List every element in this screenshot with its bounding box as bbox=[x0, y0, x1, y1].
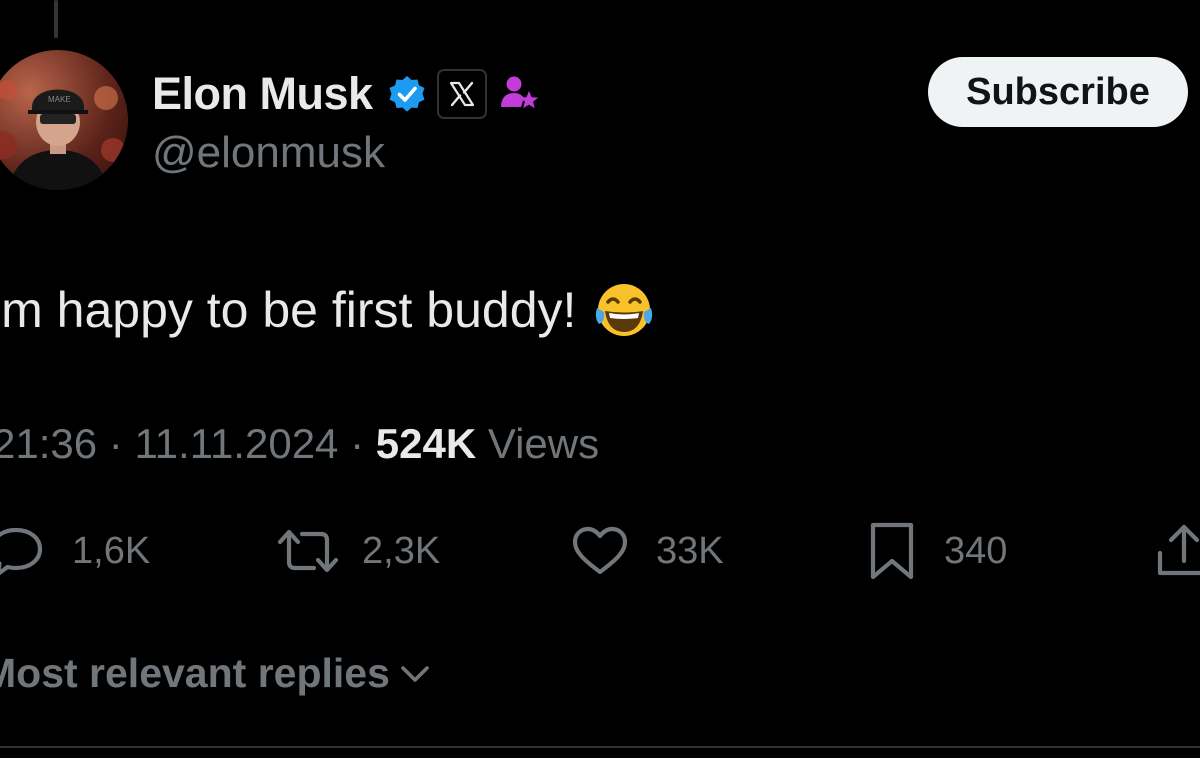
chevron-down-icon bbox=[401, 665, 429, 682]
repost-icon bbox=[277, 529, 339, 573]
x-logo-icon[interactable] bbox=[436, 69, 487, 119]
meta-separator: · bbox=[97, 420, 135, 467]
meta-separator: · bbox=[338, 420, 376, 467]
like-button[interactable]: 33K bbox=[572, 516, 724, 586]
tweet-time[interactable]: 21:36 bbox=[0, 420, 97, 467]
avatar[interactable]: MAKE bbox=[0, 50, 128, 190]
thread-connector-line bbox=[54, 0, 58, 38]
tweet-body: ’m happy to be first buddy! bbox=[0, 278, 656, 342]
replies-sort-dropdown[interactable]: Most relevant replies bbox=[0, 650, 432, 697]
tweet-text: ’m happy to be first buddy! bbox=[0, 282, 577, 338]
repost-button[interactable]: 2,3K bbox=[276, 516, 440, 586]
views-label: Views bbox=[487, 420, 600, 467]
share-icon bbox=[1157, 524, 1200, 576]
like-count: 33K bbox=[656, 529, 724, 572]
tweet-date[interactable]: 11.11.2024 bbox=[134, 420, 338, 467]
person-star-icon[interactable] bbox=[499, 73, 541, 115]
author-row: Elon Musk bbox=[152, 66, 541, 122]
author-name[interactable]: Elon Musk bbox=[152, 68, 373, 120]
bookmark-button[interactable]: 340 bbox=[868, 516, 1007, 586]
tweet-meta: 21:36 · 11.11.2024 · 524K Views bbox=[0, 420, 599, 468]
share-button[interactable] bbox=[1154, 516, 1200, 586]
reply-icon bbox=[0, 527, 43, 576]
repost-count: 2,3K bbox=[362, 529, 441, 572]
bookmark-count: 340 bbox=[944, 529, 1008, 572]
replies-sort-label: Most relevant replies bbox=[0, 650, 390, 696]
reply-button[interactable]: 1,6K bbox=[0, 516, 150, 586]
svg-text:MAKE: MAKE bbox=[48, 95, 71, 104]
reply-count: 1,6K bbox=[72, 529, 151, 572]
divider bbox=[0, 746, 1200, 748]
verified-badge-icon bbox=[389, 76, 425, 112]
bookmark-icon bbox=[870, 522, 914, 580]
author-handle[interactable]: @elonmusk bbox=[152, 128, 385, 178]
views-count: 524K bbox=[375, 420, 477, 467]
heart-icon bbox=[572, 526, 628, 575]
face-with-tears-of-joy-icon bbox=[596, 284, 653, 336]
subscribe-button[interactable]: Subscribe bbox=[928, 57, 1188, 127]
